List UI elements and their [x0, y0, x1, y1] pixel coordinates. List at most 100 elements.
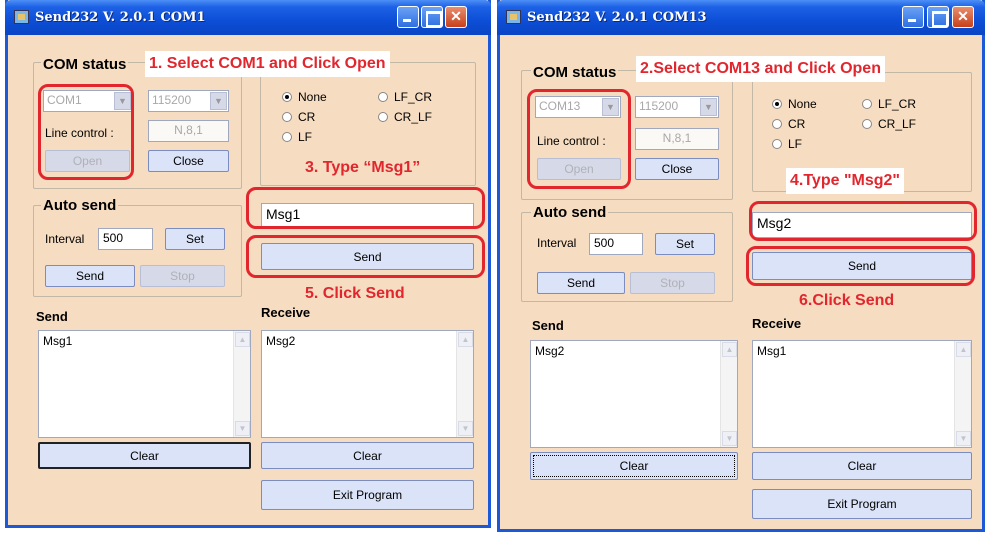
- send-log-text: Msg1: [43, 334, 73, 348]
- stop-button[interactable]: Stop: [630, 272, 715, 294]
- radio-cr-lf[interactable]: CR_LF: [378, 110, 432, 124]
- auto-send-button[interactable]: Send: [45, 265, 135, 287]
- scroll-down-icon[interactable]: ▼: [458, 421, 473, 436]
- radio-lf-cr-label: LF_CR: [394, 90, 433, 104]
- stop-button[interactable]: Stop: [140, 265, 225, 287]
- radio-lf-cr[interactable]: LF_CR: [378, 90, 432, 104]
- radio-cr-lf-label: CR_LF: [878, 117, 917, 131]
- baud-value: 115200: [639, 99, 679, 113]
- radio-none-label: None: [298, 90, 327, 104]
- send232-window-com1: Send232 V. 2.0.1 COM1 ✕ COM status COM1 …: [5, 0, 491, 528]
- app-icon: [506, 10, 521, 24]
- radio-lf-cr[interactable]: LF_CR: [862, 97, 916, 111]
- maximize-icon[interactable]: [421, 6, 443, 28]
- radio-icon: [772, 119, 782, 129]
- radio-icon: [772, 139, 782, 149]
- callout-step-4: 4.Type "Msg2": [786, 168, 905, 194]
- set-button[interactable]: Set: [655, 233, 715, 255]
- radio-lf-cr-label: LF_CR: [878, 97, 917, 111]
- chevron-down-icon[interactable]: ▼: [700, 98, 717, 116]
- radio-selected-icon: [772, 99, 782, 109]
- scrollbar[interactable]: ▲ ▼: [456, 331, 473, 437]
- close-button[interactable]: Close: [148, 150, 229, 172]
- clear-receive-button[interactable]: Clear: [752, 452, 972, 480]
- radio-icon: [862, 99, 872, 109]
- interval-input[interactable]: 500: [589, 233, 643, 255]
- auto-send-label: Auto send: [531, 204, 609, 221]
- radio-lf-label: LF: [298, 130, 313, 144]
- baud-select[interactable]: 115200 ▼: [635, 96, 719, 118]
- send-log-text: Msg2: [535, 344, 565, 358]
- radio-cr-lf[interactable]: CR_LF: [862, 117, 916, 131]
- exit-program-button[interactable]: Exit Program: [752, 489, 972, 519]
- interval-input[interactable]: 500: [98, 228, 153, 250]
- radio-none-label: None: [788, 97, 817, 111]
- clear-send-button[interactable]: Clear: [530, 452, 738, 480]
- close-icon[interactable]: ✕: [952, 6, 974, 28]
- minimize-icon[interactable]: [397, 6, 419, 28]
- radio-lf[interactable]: LF: [282, 130, 312, 144]
- callout-step-2: 2.Select COM13 and Click Open: [636, 56, 885, 82]
- set-button[interactable]: Set: [165, 228, 225, 250]
- callout-step-5: 5. Click Send: [305, 285, 405, 302]
- highlight-message-input: [749, 201, 977, 241]
- send-log[interactable]: Msg2 ▲ ▼: [530, 340, 738, 448]
- scrollbar[interactable]: ▲ ▼: [233, 331, 250, 437]
- radio-icon: [282, 112, 292, 122]
- callout-step-6: 6.Click Send: [799, 292, 895, 309]
- radio-icon: [282, 132, 292, 142]
- scroll-down-icon[interactable]: ▼: [722, 431, 737, 446]
- maximize-icon[interactable]: [927, 6, 949, 28]
- com-status-label: COM status: [531, 64, 619, 81]
- window-title: Send232 V. 2.0.1 COM1: [35, 10, 206, 25]
- receive-log-text: Msg2: [266, 334, 296, 348]
- radio-lf[interactable]: LF: [772, 137, 802, 151]
- radio-lf-label: LF: [788, 137, 803, 151]
- line-control-value: N,8,1: [635, 128, 719, 150]
- title-bar[interactable]: Send232 V. 2.0.1 COM1 ✕: [5, 0, 491, 35]
- auto-send-button[interactable]: Send: [537, 272, 625, 294]
- clear-send-button[interactable]: Clear: [38, 442, 251, 469]
- highlight-send-button: [746, 246, 975, 286]
- callout-step-1: 1. Select COM1 and Click Open: [145, 51, 390, 77]
- baud-value: 115200: [152, 93, 192, 107]
- radio-cr[interactable]: CR: [772, 117, 805, 131]
- scrollbar[interactable]: ▲ ▼: [720, 341, 737, 447]
- scroll-up-icon[interactable]: ▲: [722, 342, 737, 357]
- highlight-port-open: [527, 89, 631, 189]
- scroll-up-icon[interactable]: ▲: [458, 332, 473, 347]
- interval-label: Interval: [45, 232, 85, 246]
- radio-none[interactable]: None: [772, 97, 817, 111]
- scroll-up-icon[interactable]: ▲: [956, 342, 971, 357]
- receive-log[interactable]: Msg1 ▲ ▼: [752, 340, 972, 448]
- scroll-up-icon[interactable]: ▲: [235, 332, 250, 347]
- send-log[interactable]: Msg1 ▲ ▼: [38, 330, 251, 438]
- receive-log[interactable]: Msg2 ▲ ▼: [261, 330, 474, 438]
- chevron-down-icon[interactable]: ▼: [210, 92, 227, 110]
- radio-none[interactable]: None: [282, 90, 327, 104]
- send232-window-com13: Send232 V. 2.0.1 COM13 ✕ COM status COM1…: [497, 0, 985, 532]
- radio-icon: [862, 119, 872, 129]
- com-status-label: COM status: [41, 56, 129, 73]
- close-button[interactable]: Close: [635, 158, 719, 180]
- close-icon[interactable]: ✕: [445, 6, 467, 28]
- exit-program-button[interactable]: Exit Program: [261, 480, 474, 510]
- radio-cr[interactable]: CR: [282, 110, 315, 124]
- auto-send-label: Auto send: [41, 197, 119, 214]
- clear-receive-button[interactable]: Clear: [261, 442, 474, 469]
- title-bar[interactable]: Send232 V. 2.0.1 COM13 ✕: [497, 0, 985, 35]
- baud-select[interactable]: 115200 ▼: [148, 90, 229, 112]
- send-section-label: Send: [36, 309, 68, 324]
- scroll-down-icon[interactable]: ▼: [956, 431, 971, 446]
- window-title: Send232 V. 2.0.1 COM13: [527, 10, 707, 25]
- radio-icon: [378, 112, 388, 122]
- scrollbar[interactable]: ▲ ▼: [954, 341, 971, 447]
- receive-section-label: Receive: [261, 305, 311, 320]
- scroll-down-icon[interactable]: ▼: [235, 421, 250, 436]
- receive-log-text: Msg1: [757, 344, 787, 358]
- minimize-icon[interactable]: [902, 6, 924, 28]
- callout-step-3: 3. Type “Msg1”: [305, 159, 421, 176]
- highlight-send-button: [246, 235, 485, 278]
- radio-cr-label: CR: [298, 110, 316, 124]
- radio-cr-label: CR: [788, 117, 806, 131]
